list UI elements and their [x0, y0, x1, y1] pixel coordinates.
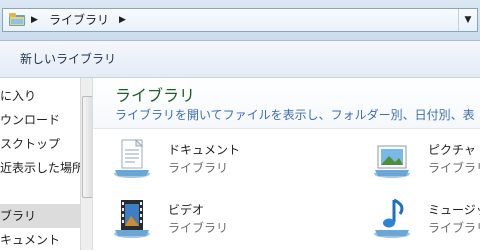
breadcrumb-separator[interactable]: ▶ — [119, 9, 126, 31]
breadcrumb-separator[interactable]: ▶ — [31, 9, 38, 31]
pictures-library-icon — [374, 145, 410, 178]
nav-item-documents[interactable]: キュメント — [0, 228, 80, 252]
library-folder-icon — [9, 13, 25, 26]
nav-item-downloads[interactable]: ウンロード — [0, 108, 80, 132]
library-item-name: ピクチャ — [428, 143, 476, 157]
library-item-name: ドキュメント — [168, 143, 241, 157]
library-item-documents[interactable]: ドキュメント ライブラリ — [112, 136, 272, 182]
navigation-pane: に入り ウンロード スクトップ 近表示した場所 ブラリ キュメント — [0, 78, 92, 250]
library-item-type: ライブラリ — [168, 161, 229, 175]
address-field[interactable]: ▶ ライブラリ ▶ ▼ — [2, 8, 478, 32]
address-bar: ▶ ライブラリ ▶ ▼ — [0, 0, 480, 41]
address-dropdown-button[interactable]: ▼ — [458, 9, 477, 31]
nav-item-recent-places[interactable]: 近表示した場所 — [0, 156, 80, 180]
nav-item-favorites[interactable]: に入り — [0, 84, 80, 108]
documents-library-icon — [114, 138, 150, 178]
library-item-type: ライブラリ — [168, 221, 229, 235]
command-bar: 新しいライブラリ — [0, 41, 480, 78]
library-item-type: ライブラリ — [428, 221, 480, 235]
nav-item-libraries[interactable]: ブラリ — [0, 204, 80, 228]
new-library-button[interactable]: 新しいライブラリ — [20, 41, 116, 77]
nav-item-desktop[interactable]: スクトップ — [0, 132, 80, 156]
library-item-type: ライブラリ — [428, 161, 480, 175]
library-item-name: ミュージック — [428, 203, 480, 217]
library-header: ライブラリ ライブラリを開いてファイルを表示し、フォルダー別、日付別、表 — [93, 78, 480, 129]
videos-library-icon — [114, 200, 150, 238]
library-item-music[interactable]: ミュージック ライブラリ — [372, 196, 480, 242]
library-description: ライブラリを開いてファイルを表示し、フォルダー別、日付別、表 — [115, 108, 475, 122]
breadcrumb-libraries[interactable]: ライブラリ — [49, 9, 109, 31]
library-item-videos[interactable]: ビデオ ライブラリ — [112, 196, 272, 242]
music-library-icon — [374, 198, 410, 238]
page-title: ライブラリ — [115, 86, 196, 105]
library-item-name: ビデオ — [168, 203, 205, 217]
library-item-pictures[interactable]: ピクチャ ライブラリ — [372, 136, 480, 182]
